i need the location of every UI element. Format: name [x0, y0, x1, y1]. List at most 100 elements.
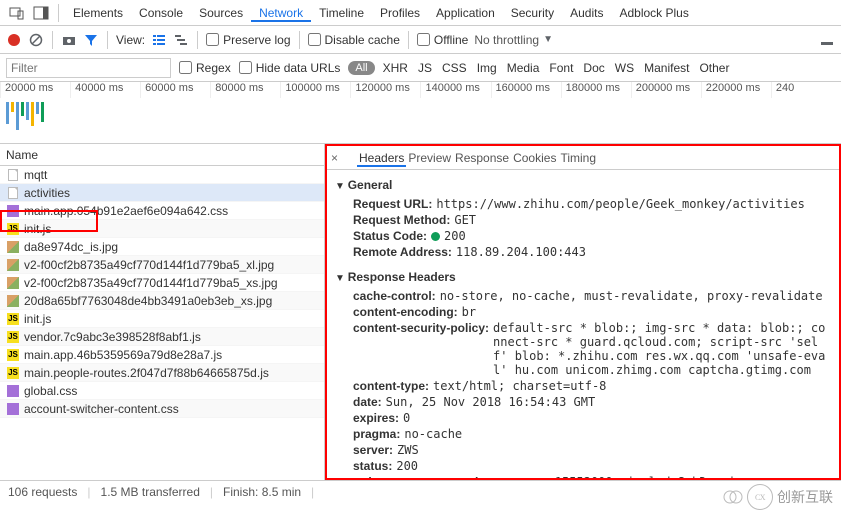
- network-toolbar: View: Preserve log Disable cache Offline…: [0, 26, 841, 54]
- top-tab-network[interactable]: Network: [251, 6, 311, 22]
- preserve-log-checkbox[interactable]: Preserve log: [206, 33, 290, 47]
- view-waterfall-icon[interactable]: [173, 32, 189, 48]
- header-value: 200: [431, 229, 466, 243]
- timeline-tick: 60000 ms: [140, 82, 210, 98]
- request-row[interactable]: account-switcher-content.css: [0, 400, 324, 418]
- filter-type-xhr[interactable]: XHR: [383, 61, 408, 75]
- top-tab-sources[interactable]: Sources: [191, 6, 251, 20]
- request-row[interactable]: main.app.054b91e2aef6e094a642.css: [0, 202, 324, 220]
- file-img-icon: [6, 258, 20, 272]
- top-tab-application[interactable]: Application: [428, 6, 503, 20]
- top-tab-audits[interactable]: Audits: [562, 6, 611, 20]
- drawer-toggle-icon[interactable]: [819, 32, 835, 48]
- details-tabs: × HeadersPreviewResponseCookiesTiming: [327, 146, 839, 170]
- request-row[interactable]: activities: [0, 184, 324, 202]
- dock-side-icon[interactable]: [30, 2, 52, 24]
- header-value: https://www.zhihu.com/people/Geek_monkey…: [436, 197, 804, 211]
- separator: [299, 31, 300, 49]
- file-css-icon: [6, 402, 20, 416]
- request-row[interactable]: JSinit.js: [0, 220, 324, 238]
- request-row[interactable]: JSinit.js: [0, 310, 324, 328]
- header-value: text/html; charset=utf-8: [433, 379, 606, 393]
- request-row[interactable]: global.css: [0, 382, 324, 400]
- header-row: Request Method:GET: [335, 212, 831, 228]
- header-key: content-security-policy:: [353, 321, 489, 377]
- header-key: pragma:: [353, 427, 400, 441]
- filter-bar: Regex Hide data URLs All XHR JS CSS Img Medi…: [0, 54, 841, 82]
- clear-button[interactable]: [28, 32, 44, 48]
- filter-all[interactable]: All: [348, 61, 374, 75]
- name-column-header[interactable]: Name: [0, 144, 324, 166]
- request-row[interactable]: 20d8a65bf7763048de4bb3491a0eb3eb_xs.jpg: [0, 292, 324, 310]
- request-name: global.css: [24, 384, 77, 398]
- details-tab-timing[interactable]: Timing: [558, 151, 598, 165]
- devtools-top-tabs: ElementsConsoleSourcesNetworkTimelinePro…: [0, 0, 841, 26]
- disable-cache-checkbox[interactable]: Disable cache: [308, 33, 400, 47]
- request-row[interactable]: da8e974dc_is.jpg: [0, 238, 324, 256]
- top-tab-security[interactable]: Security: [503, 6, 562, 20]
- file-doc-icon: [6, 168, 20, 182]
- offline-checkbox[interactable]: Offline: [417, 33, 468, 47]
- filter-type-img[interactable]: Img: [477, 61, 497, 75]
- request-name: vendor.7c9abc3e398528f8abf1.js: [24, 330, 201, 344]
- close-icon[interactable]: ×: [331, 151, 345, 165]
- filter-icon[interactable]: [83, 32, 99, 48]
- header-key: cache-control:: [353, 289, 436, 303]
- device-toolbar-icon[interactable]: [6, 2, 28, 24]
- top-tab-console[interactable]: Console: [131, 6, 191, 20]
- timeline-overview[interactable]: 20000 ms40000 ms60000 ms80000 ms100000 m…: [0, 82, 841, 144]
- header-key: server:: [353, 443, 393, 457]
- request-row[interactable]: v2-f00cf2b8735a49cf770d144f1d779ba5_xl.j…: [0, 256, 324, 274]
- file-js-icon: JS: [6, 222, 20, 236]
- filter-type-css[interactable]: CSS: [442, 61, 467, 75]
- request-row[interactable]: v2-f00cf2b8735a49cf770d144f1d779ba5_xs.j…: [0, 274, 324, 292]
- details-tab-preview[interactable]: Preview: [406, 151, 453, 165]
- header-row: strict-transport-security:max-age=155520…: [335, 474, 831, 478]
- section-general[interactable]: General: [335, 174, 831, 196]
- filter-type-doc[interactable]: Doc: [583, 61, 604, 75]
- filter-type-font[interactable]: Font: [549, 61, 573, 75]
- screenshot-icon[interactable]: [61, 32, 77, 48]
- request-name: main.people-routes.2f047d7f88b64665875d.…: [24, 366, 269, 380]
- throttling-dropdown[interactable]: No throttling ▼: [474, 33, 553, 47]
- request-row[interactable]: mqtt: [0, 166, 324, 184]
- request-row[interactable]: JSvendor.7c9abc3e398528f8abf1.js: [0, 328, 324, 346]
- regex-checkbox[interactable]: Regex: [179, 61, 231, 75]
- top-tab-adblock-plus[interactable]: Adblock Plus: [611, 6, 696, 20]
- file-img-icon: [6, 276, 20, 290]
- details-tab-headers[interactable]: Headers: [357, 151, 406, 167]
- top-tab-timeline[interactable]: Timeline: [311, 6, 372, 20]
- top-tab-profiles[interactable]: Profiles: [372, 6, 428, 20]
- timeline-tick: 180000 ms: [561, 82, 631, 98]
- section-response-headers[interactable]: Response Headers: [335, 266, 831, 288]
- filter-type-ws[interactable]: WS: [615, 61, 634, 75]
- filter-type-manifest[interactable]: Manifest: [644, 61, 689, 75]
- record-button[interactable]: [6, 32, 22, 48]
- top-tab-elements[interactable]: Elements: [65, 6, 131, 20]
- details-tab-cookies[interactable]: Cookies: [511, 151, 558, 165]
- status-bar: 106 requests 1.5 MB transferred Finish: …: [0, 480, 841, 502]
- request-row[interactable]: JS main.people-routes.2f047d7f88b64665875…: [0, 364, 324, 382]
- header-key: Request Method:: [353, 213, 450, 227]
- status-requests: 106 requests: [8, 485, 77, 499]
- header-row: pragma:no-cache: [335, 426, 831, 442]
- request-details-panel: × HeadersPreviewResponseCookiesTiming Ge…: [325, 144, 841, 480]
- file-js-icon: JS: [6, 366, 20, 380]
- details-tab-response[interactable]: Response: [453, 151, 511, 165]
- separator: [58, 4, 59, 22]
- filter-input[interactable]: [6, 58, 171, 78]
- filter-type-media[interactable]: Media: [507, 61, 540, 75]
- view-list-icon[interactable]: [151, 32, 167, 48]
- header-value: 0: [403, 411, 410, 425]
- filter-type-other[interactable]: Other: [699, 61, 729, 75]
- request-name: init.js: [24, 312, 51, 326]
- header-key: status:: [353, 459, 392, 473]
- header-value: 118.89.204.100:443: [456, 245, 586, 259]
- file-doc-icon: [6, 186, 20, 200]
- timeline-tick: 40000 ms: [70, 82, 140, 98]
- request-row[interactable]: JSmain.app.46b5359569a79d8e28a7.js: [0, 346, 324, 364]
- header-value: max-age=15552000; includeSubDomains: [497, 475, 750, 478]
- separator: [408, 31, 409, 49]
- hide-data-urls-checkbox[interactable]: Hide data URLs: [239, 61, 341, 75]
- filter-type-js[interactable]: JS: [418, 61, 432, 75]
